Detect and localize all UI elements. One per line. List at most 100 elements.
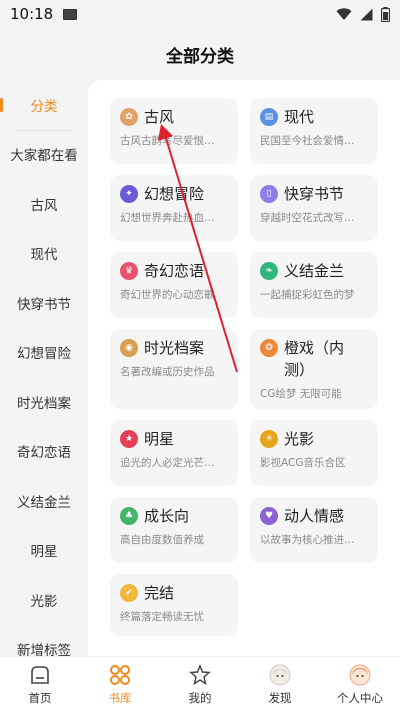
battery-icon	[381, 6, 390, 22]
card-title: 义结金兰	[284, 262, 345, 280]
star-person-icon: ★	[120, 430, 138, 448]
sidebar-item-label: 大家都在看	[10, 148, 78, 165]
card-title: 奇幻恋语	[144, 262, 205, 280]
sidebar-item-xiandai[interactable]: 现代	[0, 229, 88, 279]
card-title: 现代	[284, 108, 315, 126]
status-time: 10:18	[10, 5, 54, 23]
crown-icon: ♛	[120, 262, 138, 280]
category-card-qihuan[interactable]: ♛ 奇幻恋语 奇幻世界的心动恋歌	[110, 252, 238, 318]
card-desc: 追光的人必定光芒…	[120, 457, 215, 469]
sidebar-item-label: 明星	[30, 544, 58, 561]
sidebar-item-label: 义结金兰	[17, 494, 71, 511]
leaf-icon: ❧	[260, 262, 278, 280]
sidebar-item-label: 时光档案	[17, 395, 71, 412]
nav-tab-home[interactable]: 首页	[0, 657, 80, 711]
sidebar-item-new-tags[interactable]: 新增标签	[0, 625, 88, 656]
discover-avatar-icon	[268, 663, 292, 687]
category-card-chengxi[interactable]: ❂ 橙戏（内测） CG绘梦 无限可能	[250, 329, 378, 409]
sidebar-item-gufeng[interactable]: 古风	[0, 179, 88, 229]
sidebar-item-yijie[interactable]: 义结金兰	[0, 476, 88, 526]
card-title: 幻想冒险	[144, 185, 205, 203]
category-card-kuaichuan[interactable]: ▯ 快穿书节 穿越时空花式改写…	[250, 175, 378, 241]
wifi-icon	[336, 7, 352, 20]
card-title: 古风	[144, 108, 175, 126]
lotus-icon: ✿	[120, 108, 138, 126]
card-title: 时光档案	[144, 339, 205, 357]
nav-tab-library[interactable]: 书库	[80, 657, 160, 711]
category-card-wanjie[interactable]: ✔ 完结 终篇落定畅读无忧	[110, 574, 238, 636]
book-icon: ▯	[260, 185, 278, 203]
card-desc: 一起捕捉彩虹色的梦	[260, 289, 355, 301]
card-desc: 影视ACG音乐合区	[260, 457, 346, 469]
sidebar-item-huanxiang[interactable]: 幻想冒险	[0, 328, 88, 378]
card-title: 橙戏（内测）	[284, 339, 345, 379]
profile-star-icon	[188, 663, 212, 687]
nav-tab-discover[interactable]: 发现	[240, 657, 320, 711]
status-indicators	[336, 6, 390, 22]
sidebar-item-popular[interactable]: 大家都在看	[0, 130, 88, 180]
card-desc: 民国至今社会爱情…	[260, 135, 355, 147]
card-title: 动人情感	[284, 507, 345, 525]
sidebar-item-fenlei[interactable]: 分类	[0, 80, 88, 130]
sidebar-item-label: 光影	[30, 593, 58, 610]
card-desc: 幻想世界奔赴热血…	[120, 212, 215, 224]
user-center-avatar-icon	[348, 663, 372, 687]
card-desc: 高自由度数值养成	[120, 534, 204, 546]
category-card-xiandai[interactable]: ▤ 现代 民国至今社会爱情…	[250, 98, 378, 164]
card-desc: 名著改编或历史作品	[120, 366, 215, 378]
sidebar-item-label: 幻想冒险	[17, 346, 71, 363]
category-card-mingxing[interactable]: ★ 明星 追光的人必定光芒…	[110, 420, 238, 486]
sidebar-item-label: 快穿书节	[17, 296, 71, 313]
sidebar-item-mingxing[interactable]: 明星	[0, 526, 88, 576]
photo-notification-icon	[63, 8, 78, 20]
sprout-icon: ♣	[120, 507, 138, 525]
card-desc: 奇幻世界的心动恋歌	[120, 289, 215, 301]
film-icon: ❂	[260, 339, 278, 357]
signal-icon	[360, 8, 373, 20]
status-bar: 10:18	[0, 0, 400, 28]
sidebar-item-label: 分类	[30, 98, 58, 115]
category-card-yijie[interactable]: ❧ 义结金兰 一起捕捉彩虹色的梦	[250, 252, 378, 318]
bottom-navigation: 首页 书库 我的 发现 个人中心	[0, 656, 400, 711]
category-card-chengzhang[interactable]: ♣ 成长向 高自由度数值养成	[110, 497, 238, 563]
category-sidebar: 分类 大家都在看 古风 现代 快穿书节 幻想冒险 时光档案 奇幻恋语 义结金兰 …	[0, 80, 88, 656]
category-grid-panel: ✿ 古风 古风古韵写尽爱恨… ▤ 现代 民国至今社会爱情… ✦ 幻想冒险 幻想世界奔赴…	[88, 80, 400, 656]
heart-icon: ♥	[260, 507, 278, 525]
category-card-guangying[interactable]: ☀ 光影 影视ACG音乐合区	[250, 420, 378, 486]
home-icon	[28, 663, 52, 687]
card-desc: 终篇落定畅读无忧	[120, 611, 204, 623]
nav-tab-label: 首页	[28, 690, 52, 705]
sidebar-item-label: 新增标签	[17, 643, 71, 656]
category-card-dongren[interactable]: ♥ 动人情感 以故事为核心推进…	[250, 497, 378, 563]
page-title: 全部分类	[166, 47, 234, 67]
sidebar-item-guangying[interactable]: 光影	[0, 575, 88, 625]
building-icon: ▤	[260, 108, 278, 126]
sidebar-item-kuaichuan[interactable]: 快穿书节	[0, 278, 88, 328]
card-title: 快穿书节	[284, 185, 345, 203]
sidebar-item-label: 现代	[30, 247, 58, 264]
check-book-icon: ✔	[120, 584, 138, 602]
sidebar-item-qihuan[interactable]: 奇幻恋语	[0, 427, 88, 477]
card-title: 明星	[144, 430, 175, 448]
galaxy-icon: ✦	[120, 185, 138, 203]
card-title: 光影	[284, 430, 315, 448]
category-card-shiguang[interactable]: ◉ 时光档案 名著改编或历史作品	[110, 329, 238, 409]
nav-tab-label: 发现	[268, 690, 292, 705]
card-desc: 以故事为核心推进…	[260, 534, 355, 546]
card-desc: 古风古韵写尽爱恨…	[120, 135, 215, 147]
sidebar-item-label: 古风	[30, 197, 58, 214]
card-desc: 穿越时空花式改写…	[260, 212, 355, 224]
nav-tab-mine[interactable]: 我的	[160, 657, 240, 711]
nav-tab-label: 书库	[108, 690, 132, 705]
category-card-gufeng[interactable]: ✿ 古风 古风古韵写尽爱恨…	[110, 98, 238, 164]
card-desc: CG绘梦 无限可能	[260, 388, 342, 400]
category-card-huanxiang[interactable]: ✦ 幻想冒险 幻想世界奔赴热血…	[110, 175, 238, 241]
library-grid-icon	[108, 663, 132, 687]
sidebar-item-label: 奇幻恋语	[17, 445, 71, 462]
spotlight-icon: ☀	[260, 430, 278, 448]
nav-tab-user-center[interactable]: 个人中心	[320, 657, 400, 711]
nav-tab-label: 我的	[188, 690, 212, 705]
card-title: 完结	[144, 584, 175, 602]
archive-icon: ◉	[120, 339, 138, 357]
sidebar-item-shiguang[interactable]: 时光档案	[0, 377, 88, 427]
